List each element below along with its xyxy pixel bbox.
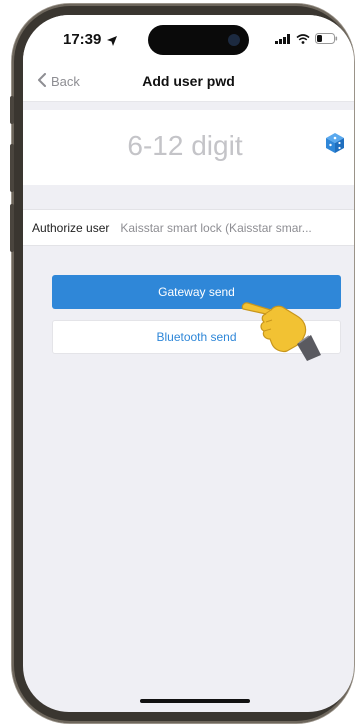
phone-volume-down	[10, 204, 14, 252]
wifi-icon	[296, 31, 310, 49]
dynamic-island	[148, 25, 249, 55]
pointing-hand-icon	[241, 289, 321, 361]
phone-volume-up	[10, 144, 14, 192]
password-panel	[23, 110, 354, 185]
authorize-user-row[interactable]: Authorize user Kaisstar smart lock (Kais…	[23, 209, 354, 246]
battery-icon	[315, 31, 338, 49]
password-input[interactable]	[63, 120, 307, 172]
status-icons	[275, 31, 338, 49]
authorize-user-value: Kaisstar smart lock (Kaisstar smar...	[120, 220, 312, 235]
authorize-user-label: Authorize user	[32, 220, 110, 235]
signal-icon	[275, 31, 291, 49]
status-time: 17:39	[63, 31, 102, 48]
app-screen: 17:39 Back Add user pwd 6-12 digit Autho…	[23, 15, 354, 712]
location-arrow-icon	[107, 33, 117, 51]
dice-icon[interactable]	[324, 132, 346, 154]
phone-side-button	[10, 96, 14, 124]
status-bar: 17:39	[23, 15, 354, 67]
home-indicator[interactable]	[140, 699, 250, 703]
navigation-bar: Back Add user pwd	[23, 67, 354, 102]
page-title: Add user pwd	[142, 73, 235, 89]
